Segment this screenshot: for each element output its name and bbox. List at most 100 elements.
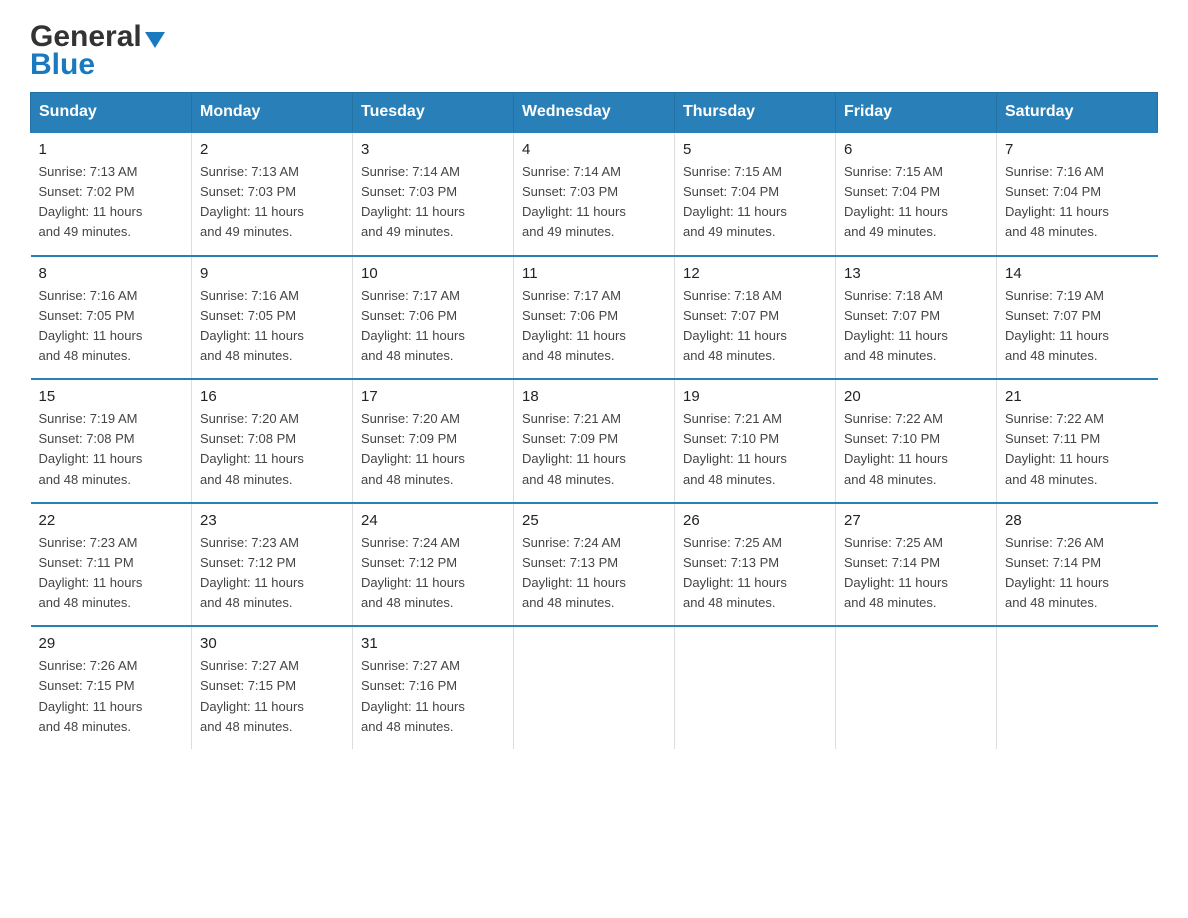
- day-info: Sunrise: 7:18 AMSunset: 7:07 PMDaylight:…: [683, 286, 827, 367]
- day-number: 23: [200, 512, 344, 529]
- day-number: 11: [522, 265, 666, 282]
- calendar-cell: 14 Sunrise: 7:19 AMSunset: 7:07 PMDayligh…: [997, 256, 1158, 380]
- calendar-cell: 11 Sunrise: 7:17 AMSunset: 7:06 PMDayligh…: [514, 256, 675, 380]
- day-number: 7: [1005, 141, 1150, 158]
- day-info: Sunrise: 7:18 AMSunset: 7:07 PMDaylight:…: [844, 286, 988, 367]
- calendar-cell: 3Sunrise: 7:14 AMSunset: 7:03 PMDaylight…: [353, 132, 514, 256]
- calendar-cell: [514, 626, 675, 749]
- day-number: 30: [200, 635, 344, 652]
- calendar-cell: 16 Sunrise: 7:20 AMSunset: 7:08 PMDayligh…: [192, 379, 353, 503]
- header-wednesday: Wednesday: [514, 93, 675, 133]
- day-number: 9: [200, 265, 344, 282]
- calendar-cell: 22 Sunrise: 7:23 AMSunset: 7:11 PMDayligh…: [31, 503, 192, 627]
- calendar-cell: 27 Sunrise: 7:25 AMSunset: 7:14 PMDayligh…: [836, 503, 997, 627]
- day-info: Sunrise: 7:19 AMSunset: 7:08 PMDaylight:…: [39, 409, 184, 490]
- calendar-cell: 10 Sunrise: 7:17 AMSunset: 7:06 PMDayligh…: [353, 256, 514, 380]
- day-number: 5: [683, 141, 827, 158]
- day-number: 26: [683, 512, 827, 529]
- day-info: Sunrise: 7:17 AMSunset: 7:06 PMDaylight:…: [522, 286, 666, 367]
- calendar-cell: 8Sunrise: 7:16 AMSunset: 7:05 PMDaylight…: [31, 256, 192, 380]
- day-info: Sunrise: 7:27 AMSunset: 7:16 PMDaylight:…: [361, 656, 505, 737]
- day-number: 2: [200, 141, 344, 158]
- calendar-week-2: 8Sunrise: 7:16 AMSunset: 7:05 PMDaylight…: [31, 256, 1158, 380]
- day-info: Sunrise: 7:23 AMSunset: 7:11 PMDaylight:…: [39, 533, 184, 614]
- calendar-cell: 1 Sunrise: 7:13 AMSunset: 7:02 PMDaylight…: [31, 132, 192, 256]
- day-number: 15: [39, 388, 184, 405]
- calendar-cell: [997, 626, 1158, 749]
- day-info: Sunrise: 7:16 AMSunset: 7:05 PMDaylight:…: [39, 286, 184, 367]
- day-info: Sunrise: 7:14 AMSunset: 7:03 PMDaylight:…: [361, 162, 505, 243]
- day-number: 14: [1005, 265, 1150, 282]
- day-number: 1: [39, 141, 184, 158]
- calendar-header-row: SundayMondayTuesdayWednesdayThursdayFrid…: [31, 93, 1158, 133]
- day-number: 17: [361, 388, 505, 405]
- day-info: Sunrise: 7:21 AMSunset: 7:10 PMDaylight:…: [683, 409, 827, 490]
- day-number: 16: [200, 388, 344, 405]
- day-number: 28: [1005, 512, 1150, 529]
- header-sunday: Sunday: [31, 93, 192, 133]
- header-thursday: Thursday: [675, 93, 836, 133]
- calendar-week-1: 1 Sunrise: 7:13 AMSunset: 7:02 PMDaylight…: [31, 132, 1158, 256]
- page-header: General Blue: [30, 20, 1158, 82]
- calendar-cell: 15 Sunrise: 7:19 AMSunset: 7:08 PMDayligh…: [31, 379, 192, 503]
- day-number: 29: [39, 635, 184, 652]
- day-number: 13: [844, 265, 988, 282]
- calendar-week-4: 22 Sunrise: 7:23 AMSunset: 7:11 PMDayligh…: [31, 503, 1158, 627]
- calendar-cell: 19 Sunrise: 7:21 AMSunset: 7:10 PMDayligh…: [675, 379, 836, 503]
- calendar-week-5: 29 Sunrise: 7:26 AMSunset: 7:15 PMDayligh…: [31, 626, 1158, 749]
- day-info: Sunrise: 7:13 AMSunset: 7:02 PMDaylight:…: [39, 162, 184, 243]
- calendar-cell: [836, 626, 997, 749]
- day-info: Sunrise: 7:13 AMSunset: 7:03 PMDaylight:…: [200, 162, 344, 243]
- calendar-week-3: 15 Sunrise: 7:19 AMSunset: 7:08 PMDayligh…: [31, 379, 1158, 503]
- day-number: 6: [844, 141, 988, 158]
- day-number: 24: [361, 512, 505, 529]
- calendar-table: SundayMondayTuesdayWednesdayThursdayFrid…: [30, 92, 1158, 749]
- day-info: Sunrise: 7:19 AMSunset: 7:07 PMDaylight:…: [1005, 286, 1150, 367]
- day-info: Sunrise: 7:20 AMSunset: 7:08 PMDaylight:…: [200, 409, 344, 490]
- header-saturday: Saturday: [997, 93, 1158, 133]
- day-info: Sunrise: 7:24 AMSunset: 7:12 PMDaylight:…: [361, 533, 505, 614]
- day-info: Sunrise: 7:26 AMSunset: 7:15 PMDaylight:…: [39, 656, 184, 737]
- day-info: Sunrise: 7:15 AMSunset: 7:04 PMDaylight:…: [683, 162, 827, 243]
- day-info: Sunrise: 7:14 AMSunset: 7:03 PMDaylight:…: [522, 162, 666, 243]
- day-number: 19: [683, 388, 827, 405]
- day-info: Sunrise: 7:16 AMSunset: 7:04 PMDaylight:…: [1005, 162, 1150, 243]
- day-info: Sunrise: 7:24 AMSunset: 7:13 PMDaylight:…: [522, 533, 666, 614]
- day-number: 27: [844, 512, 988, 529]
- logo: General Blue: [30, 20, 165, 82]
- day-number: 18: [522, 388, 666, 405]
- day-number: 20: [844, 388, 988, 405]
- calendar-cell: 13 Sunrise: 7:18 AMSunset: 7:07 PMDayligh…: [836, 256, 997, 380]
- day-info: Sunrise: 7:16 AMSunset: 7:05 PMDaylight:…: [200, 286, 344, 367]
- day-info: Sunrise: 7:25 AMSunset: 7:14 PMDaylight:…: [844, 533, 988, 614]
- day-info: Sunrise: 7:25 AMSunset: 7:13 PMDaylight:…: [683, 533, 827, 614]
- day-info: Sunrise: 7:26 AMSunset: 7:14 PMDaylight:…: [1005, 533, 1150, 614]
- day-info: Sunrise: 7:27 AMSunset: 7:15 PMDaylight:…: [200, 656, 344, 737]
- day-info: Sunrise: 7:21 AMSunset: 7:09 PMDaylight:…: [522, 409, 666, 490]
- calendar-cell: 4Sunrise: 7:14 AMSunset: 7:03 PMDaylight…: [514, 132, 675, 256]
- calendar-cell: 5 Sunrise: 7:15 AMSunset: 7:04 PMDaylight…: [675, 132, 836, 256]
- calendar-cell: 28 Sunrise: 7:26 AMSunset: 7:14 PMDayligh…: [997, 503, 1158, 627]
- logo-triangle-icon: [145, 32, 165, 48]
- day-info: Sunrise: 7:22 AMSunset: 7:11 PMDaylight:…: [1005, 409, 1150, 490]
- calendar-cell: 9 Sunrise: 7:16 AMSunset: 7:05 PMDaylight…: [192, 256, 353, 380]
- day-number: 25: [522, 512, 666, 529]
- calendar-cell: 30 Sunrise: 7:27 AMSunset: 7:15 PMDayligh…: [192, 626, 353, 749]
- calendar-cell: 7 Sunrise: 7:16 AMSunset: 7:04 PMDaylight…: [997, 132, 1158, 256]
- calendar-cell: 25 Sunrise: 7:24 AMSunset: 7:13 PMDayligh…: [514, 503, 675, 627]
- day-number: 10: [361, 265, 505, 282]
- day-info: Sunrise: 7:17 AMSunset: 7:06 PMDaylight:…: [361, 286, 505, 367]
- calendar-cell: 12 Sunrise: 7:18 AMSunset: 7:07 PMDayligh…: [675, 256, 836, 380]
- calendar-cell: 6Sunrise: 7:15 AMSunset: 7:04 PMDaylight…: [836, 132, 997, 256]
- calendar-cell: 26 Sunrise: 7:25 AMSunset: 7:13 PMDayligh…: [675, 503, 836, 627]
- day-number: 21: [1005, 388, 1150, 405]
- day-number: 12: [683, 265, 827, 282]
- logo-blue: Blue: [30, 48, 95, 82]
- calendar-cell: 2 Sunrise: 7:13 AMSunset: 7:03 PMDaylight…: [192, 132, 353, 256]
- day-number: 22: [39, 512, 184, 529]
- day-info: Sunrise: 7:22 AMSunset: 7:10 PMDaylight:…: [844, 409, 988, 490]
- day-number: 31: [361, 635, 505, 652]
- calendar-cell: 31 Sunrise: 7:27 AMSunset: 7:16 PMDayligh…: [353, 626, 514, 749]
- calendar-cell: 29 Sunrise: 7:26 AMSunset: 7:15 PMDayligh…: [31, 626, 192, 749]
- calendar-cell: 20 Sunrise: 7:22 AMSunset: 7:10 PMDayligh…: [836, 379, 997, 503]
